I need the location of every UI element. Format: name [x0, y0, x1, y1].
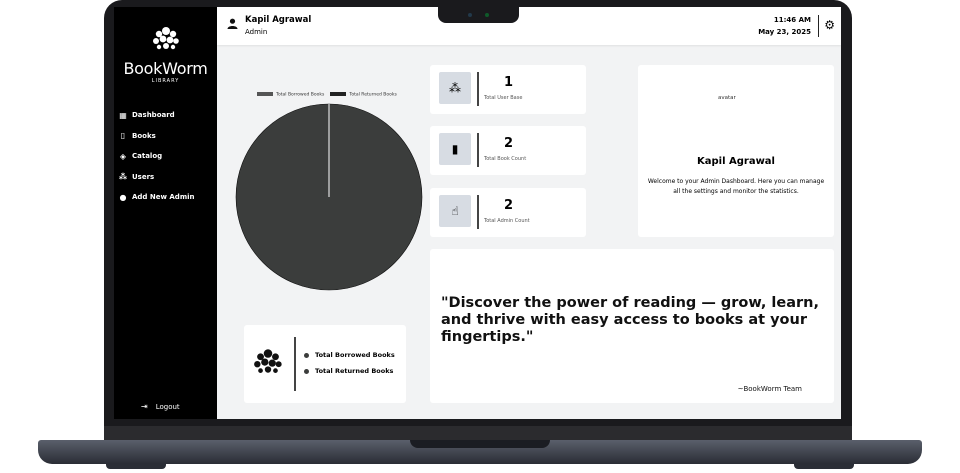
sidebar-item-label: Users: [132, 172, 155, 181]
camera-notch: [438, 7, 519, 23]
header: Kapil Agrawal Admin 11:46 AM May 23, 202…: [217, 7, 841, 45]
stat-card-admins: ☝ 2 Total Admin Count: [430, 188, 586, 237]
app-screen: BookWorm LIBRARY ▦ Dashboard ▯ Books ◈ C…: [114, 7, 841, 419]
quote-card: "Discover the power of reading — grow, l…: [430, 249, 834, 403]
logout-label: Logout: [155, 402, 180, 411]
profile-welcome-text: Welcome to your Admin Dashboard. Here yo…: [647, 178, 825, 195]
catalog-icon: ◈: [119, 151, 127, 161]
stat-label: Total User Base: [484, 95, 523, 101]
stat-value: 2: [504, 136, 514, 151]
camera-led: [485, 13, 489, 17]
pie-chart: [235, 103, 423, 291]
header-user-role: Admin: [245, 28, 268, 36]
stat-divider: [477, 72, 479, 106]
logout-button[interactable]: ⇥ Logout: [141, 402, 180, 411]
header-divider: [817, 15, 819, 37]
add-admin-icon: ●: [119, 192, 127, 202]
sidebar-item-label: Catalog: [132, 152, 163, 161]
user-icon: [227, 18, 238, 32]
legend-divider: [294, 337, 296, 391]
bookworm-logo-icon: [254, 349, 282, 373]
legend-item: Total Borrowed Books: [257, 92, 324, 98]
sidebar-item-catalog[interactable]: ◈ Catalog: [118, 146, 195, 167]
legend-label: Total Borrowed Books: [276, 92, 325, 98]
gear-icon[interactable]: ⚙: [824, 18, 835, 32]
app-name: BookWorm: [123, 59, 208, 78]
dashboard-icon: ▦: [119, 110, 127, 120]
sidebar-item-books[interactable]: ▯ Books: [118, 126, 195, 147]
sidebar-item-label: Add New Admin: [132, 193, 195, 202]
sidebar-item-users[interactable]: ⁂ Users: [118, 167, 195, 188]
app-logo: BookWorm LIBRARY: [114, 25, 217, 84]
book-icon: ▮: [439, 133, 471, 165]
header-date: May 23, 2025: [758, 28, 811, 36]
chart-legend: Total Borrowed Books Total Returned Book…: [257, 92, 397, 98]
users-icon: ⁂: [439, 72, 471, 104]
stat-divider: [477, 133, 479, 167]
stat-label: Total Book Count: [484, 156, 527, 162]
stat-label: Total Admin Count: [484, 218, 530, 224]
chart-legend-card: Total Borrowed Books Total Returned Book…: [244, 325, 406, 403]
laptop-foot: [794, 463, 854, 469]
stat-card-users: ⁂ 1 Total User Base: [430, 65, 586, 114]
stat-divider: [477, 195, 479, 229]
profile-card: avatar Kapil Agrawal Welcome to your Adm…: [638, 65, 834, 237]
legend-item-returned: Total Returned Books: [304, 367, 393, 375]
legend-label: Total Returned Books: [315, 367, 394, 375]
laptop-foot: [106, 463, 166, 469]
sidebar-item-label: Books: [132, 131, 156, 140]
bookworm-logo-icon: [152, 27, 179, 50]
legend-item: Total Returned Books: [330, 92, 397, 98]
header-time: 11:46 AM: [773, 16, 811, 24]
stat-value: 1: [504, 75, 514, 90]
sidebar-nav: ▦ Dashboard ▯ Books ◈ Catalog ⁂ Users ● …: [118, 105, 195, 208]
legend-item-borrowed: Total Borrowed Books: [304, 351, 395, 359]
avatar: avatar: [718, 95, 736, 101]
sidebar-item-dashboard[interactable]: ▦ Dashboard: [118, 105, 195, 126]
header-user-name: Kapil Agrawal: [245, 15, 312, 25]
sidebar: BookWorm LIBRARY ▦ Dashboard ▯ Books ◈ C…: [114, 7, 217, 419]
admin-icon: ☝: [439, 195, 471, 227]
laptop-lip: [410, 440, 550, 448]
stat-value: 2: [504, 198, 514, 213]
legend-label: Total Returned Books: [349, 92, 397, 98]
logout-icon: ⇥: [141, 402, 148, 411]
camera-dot: [468, 13, 472, 17]
app-subtitle: LIBRARY: [151, 78, 180, 84]
laptop-hinge: [104, 426, 852, 440]
profile-name: Kapil Agrawal: [697, 156, 775, 167]
users-icon: ⁂: [118, 172, 128, 182]
quote-text: "Discover the power of reading — grow, l…: [441, 295, 819, 345]
book-icon: ▯: [120, 131, 126, 141]
quote-author: ~BookWorm Team: [737, 385, 802, 393]
legend-dot: [304, 368, 309, 374]
sidebar-item-label: Dashboard: [132, 111, 175, 120]
legend-label: Total Borrowed Books: [315, 351, 395, 359]
legend-dot: [304, 352, 309, 358]
sidebar-item-add-new-admin[interactable]: ● Add New Admin: [118, 187, 195, 208]
stat-card-books: ▮ 2 Total Book Count: [430, 126, 586, 175]
